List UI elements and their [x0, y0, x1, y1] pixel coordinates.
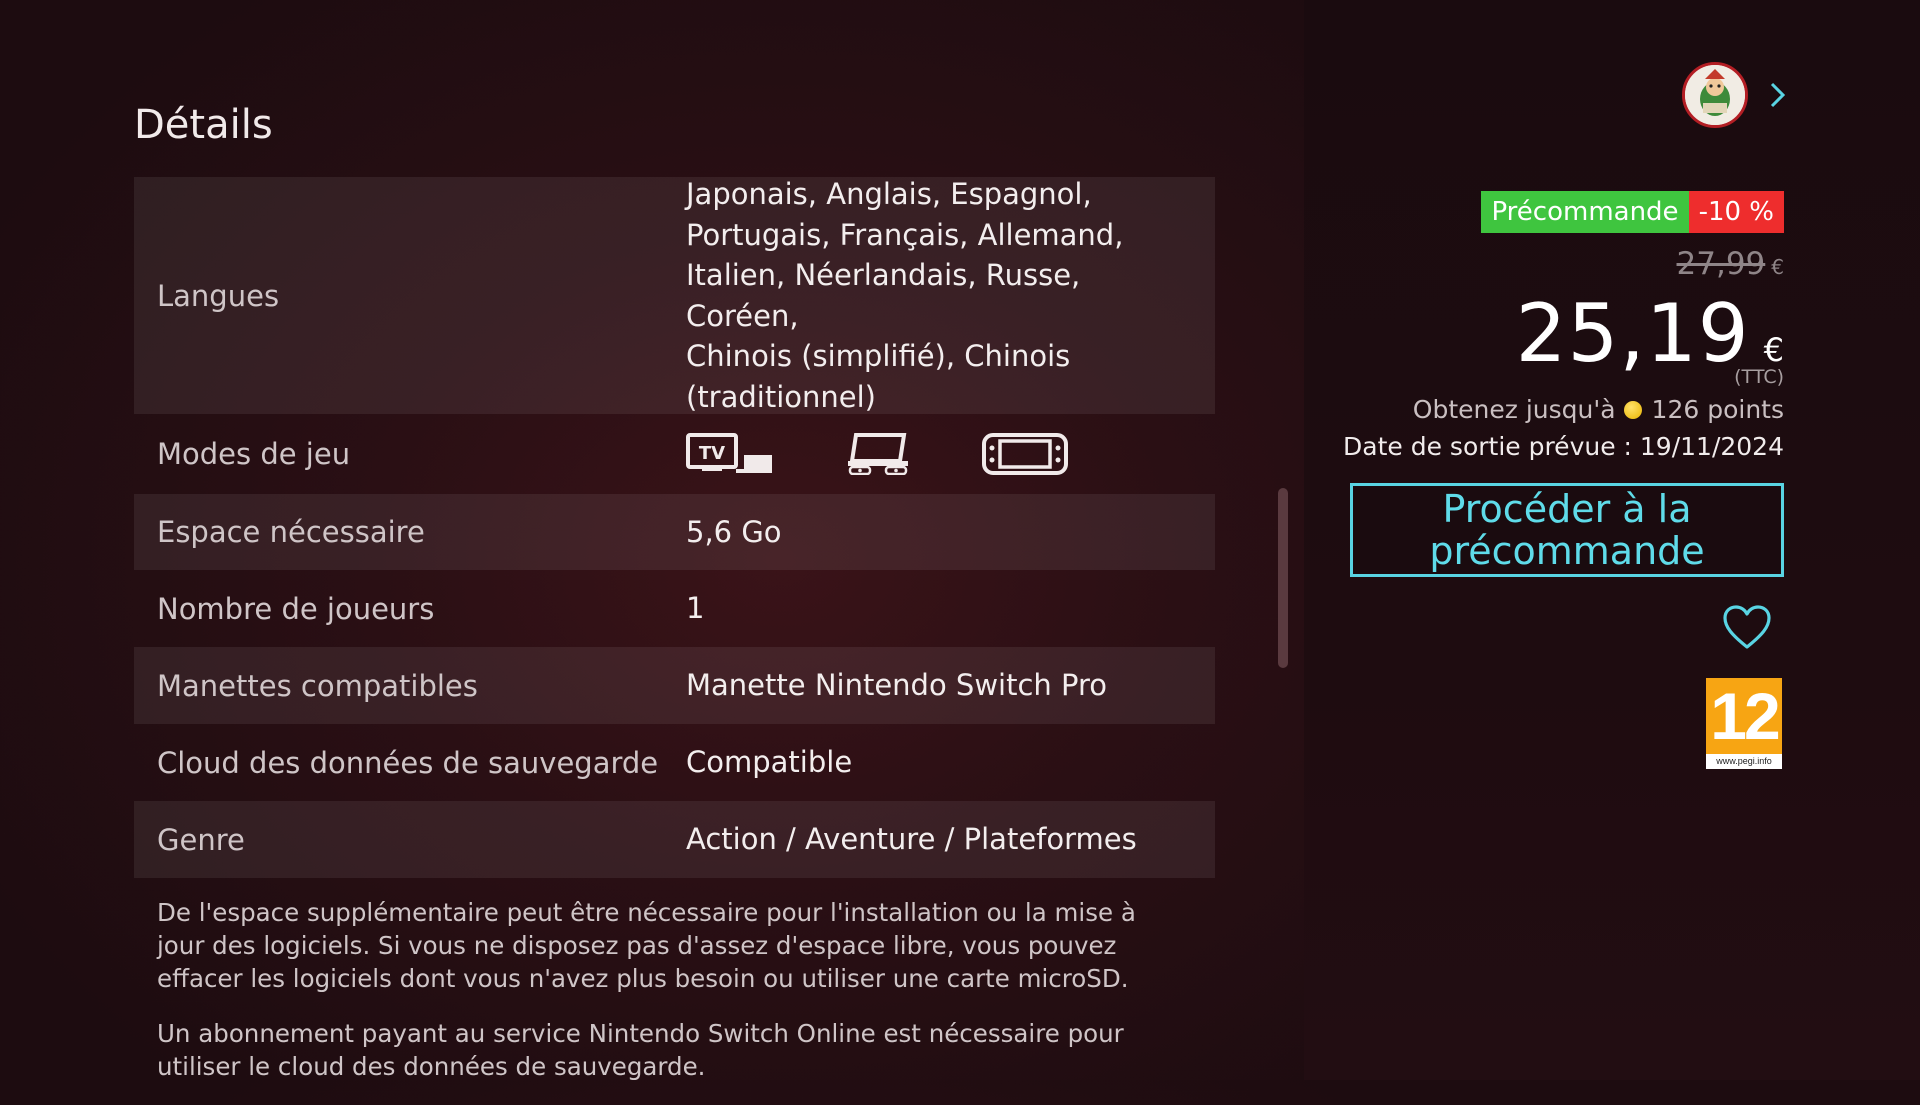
section-title: Détails: [134, 102, 273, 148]
price-amount: 25,19: [1515, 287, 1750, 380]
old-price-amount: 27,99: [1676, 246, 1766, 282]
old-price: 27,99 €: [1677, 246, 1784, 282]
pegi-age-number: 12: [1706, 678, 1782, 754]
languages-line: Chinois (simplifié), Chinois: [686, 339, 1071, 373]
note-storage: De l'espace supplémentaire peut être néc…: [157, 898, 1136, 993]
wishlist-heart-icon[interactable]: [1722, 604, 1772, 650]
tabletop-mode-icon: [846, 429, 982, 479]
tv-mode-icon: TV: [686, 429, 846, 479]
points-prefix: Obtenez jusqu'à: [1412, 395, 1616, 424]
details-row-storage: Espace nécessaire 5,6 Go: [134, 494, 1215, 570]
price-currency: €: [1763, 331, 1784, 369]
gold-coin-icon: [1623, 400, 1642, 419]
row-label: Genre: [157, 822, 245, 857]
tax-included-label: (TTC): [1734, 366, 1784, 388]
row-label: Manettes compatibles: [157, 668, 478, 703]
pegi-rating-badge: 12 www.pegi.info: [1706, 678, 1782, 769]
row-label: Langues: [157, 278, 280, 313]
genre-value: Action / Aventure / Plateformes: [686, 822, 1137, 857]
controllers-value: Manette Nintendo Switch Pro: [686, 668, 1108, 703]
user-avatar[interactable]: [1682, 62, 1748, 128]
details-row-players: Nombre de joueurs 1: [134, 570, 1215, 647]
details-row-languages: Langues Japonais, Anglais, Espagnol, Por…: [134, 177, 1215, 414]
players-value: 1: [686, 591, 705, 626]
details-row-genre: Genre Action / Aventure / Plateformes: [134, 801, 1215, 878]
scrollbar-thumb[interactable]: [1278, 488, 1288, 668]
details-table: Langues Japonais, Anglais, Espagnol, Por…: [134, 177, 1215, 878]
note-cloud: Un abonnement payant au service Nintendo…: [157, 1019, 1124, 1081]
storage-value: 5,6 Go: [686, 514, 782, 549]
price-badges: Précommande -10 %: [1481, 191, 1784, 233]
details-notes: De l'espace supplémentaire peut être néc…: [157, 896, 1167, 1105]
details-row-cloud-save: Cloud des données de sauvegarde Compatib…: [134, 724, 1215, 801]
languages-value: Japonais, Anglais, Espagnol, Portugais, …: [686, 174, 1215, 417]
preorder-button[interactable]: Procéder à la précommande: [1350, 483, 1784, 577]
old-price-currency: €: [1771, 255, 1784, 279]
play-modes-value: TV: [686, 414, 1215, 494]
points-value: 126 points: [1651, 395, 1784, 424]
details-row-play-modes: Modes de jeu TV: [134, 414, 1215, 494]
languages-line: Italien, Néerlandais, Russe, Coréen,: [686, 258, 1081, 333]
cloud-save-value: Compatible: [686, 745, 853, 780]
pegi-url: www.pegi.info: [1706, 754, 1782, 769]
languages-line: Portugais, Français, Allemand,: [686, 217, 1124, 252]
languages-line: Japonais, Anglais, Espagnol,: [686, 177, 1092, 211]
chevron-right-icon[interactable]: [1764, 80, 1790, 110]
row-label: Modes de jeu: [157, 437, 351, 471]
row-label: Espace nécessaire: [157, 515, 425, 549]
release-date: Date de sortie prévue : 19/11/2024: [1343, 432, 1784, 461]
row-label: Cloud des données de sauvegarde: [157, 745, 659, 780]
gold-points-info: Obtenez jusqu'à 126 points: [1413, 395, 1784, 424]
details-row-controllers: Manettes compatibles Manette Nintendo Sw…: [134, 647, 1215, 724]
details-main-panel: Détails Langues Japonais, Anglais, Espag…: [0, 0, 1304, 1081]
preorder-badge: Précommande: [1481, 191, 1689, 233]
preorder-button-label: Procéder à la précommande: [1429, 487, 1705, 573]
discount-badge: -10 %: [1688, 191, 1784, 233]
row-label: Nombre de joueurs: [157, 591, 435, 626]
svg-text:TV: TV: [699, 443, 725, 464]
languages-line: (traditionnel): [686, 379, 876, 414]
handheld-mode-icon: [982, 429, 1082, 479]
